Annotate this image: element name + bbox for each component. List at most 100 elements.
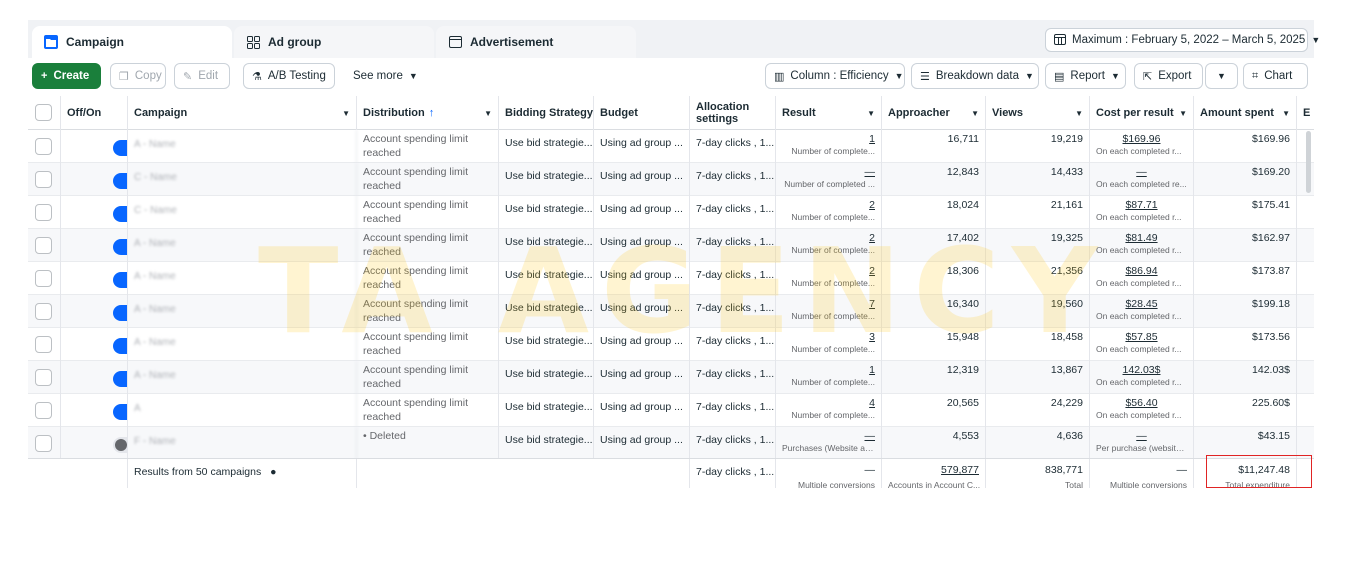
- campaign-name[interactable]: F - Name: [128, 427, 357, 460]
- col-views[interactable]: Views ▼: [986, 96, 1090, 130]
- cpr-value[interactable]: $28.45: [1096, 298, 1187, 310]
- row-checkbox[interactable]: [35, 171, 52, 188]
- table-row[interactable]: A Account spending limit reached Use bid s…: [28, 394, 1314, 427]
- col-amount-spent[interactable]: Amount spent ▼: [1194, 96, 1297, 130]
- tab-ad-group[interactable]: Ad group: [234, 26, 434, 58]
- column-selector-button[interactable]: ▥ Column : Efficiency ▼: [765, 63, 905, 89]
- edit-button[interactable]: ✎ Edit: [174, 63, 230, 89]
- result-value[interactable]: 2: [869, 265, 875, 277]
- result-value[interactable]: 2: [869, 199, 875, 211]
- table-row[interactable]: A - Name Account spending limit reached Us…: [28, 130, 1314, 163]
- vertical-scrollbar[interactable]: [1306, 131, 1311, 193]
- table-row[interactable]: A - Name Account spending limit reached Us…: [28, 361, 1314, 394]
- campaign-name[interactable]: C - Name: [128, 163, 357, 196]
- report-button[interactable]: ▤ Report ▼: [1045, 63, 1126, 89]
- cell-views: 14,433: [986, 163, 1090, 196]
- cpr-value[interactable]: —: [1096, 430, 1187, 442]
- col-cost-per-result[interactable]: Cost per result ▼: [1090, 96, 1194, 130]
- row-checkbox[interactable]: [35, 303, 52, 320]
- cpr-value[interactable]: $57.85: [1096, 331, 1187, 343]
- ab-testing-button[interactable]: ⚗ A/B Testing: [243, 63, 335, 89]
- cpr-value[interactable]: $81.49: [1096, 232, 1187, 244]
- tab-advertisement[interactable]: Advertisement: [436, 26, 636, 58]
- table-row[interactable]: F - Name • Deleted Use bid strategie... Usi…: [28, 427, 1314, 460]
- result-value[interactable]: 3: [869, 331, 875, 343]
- export-button[interactable]: ⇱ Export: [1134, 63, 1203, 89]
- campaign-toggle[interactable]: [113, 371, 127, 387]
- row-checkbox[interactable]: [35, 270, 52, 287]
- campaign-toggle[interactable]: [113, 437, 127, 453]
- result-value[interactable]: 1: [869, 133, 875, 145]
- create-button[interactable]: + Create: [32, 63, 101, 89]
- copy-button[interactable]: ❐ Copy: [110, 63, 166, 89]
- result-value[interactable]: 7: [869, 298, 875, 310]
- cell-allocation: 7-day clicks , 1...: [690, 163, 776, 196]
- col-extra[interactable]: E: [1297, 96, 1314, 130]
- col-budget[interactable]: Budget: [594, 96, 690, 130]
- campaign-toggle[interactable]: [113, 173, 127, 189]
- row-checkbox[interactable]: [35, 204, 52, 221]
- cell-approacher: 16,340: [882, 295, 986, 328]
- cpr-value[interactable]: 142.03$: [1096, 364, 1187, 376]
- cpr-value[interactable]: —: [1096, 166, 1187, 178]
- cell-amount-spent: 142.03$: [1194, 361, 1297, 394]
- col-distribution[interactable]: Distribution ↑ ▼: [357, 96, 499, 130]
- result-value[interactable]: —: [865, 430, 876, 442]
- result-value[interactable]: —: [865, 166, 876, 178]
- campaign-toggle[interactable]: [113, 140, 127, 156]
- table-row[interactable]: A - Name Account spending limit reached Us…: [28, 229, 1314, 262]
- chart-button[interactable]: ⌗ Chart: [1243, 63, 1308, 89]
- totals-approacher-value[interactable]: 579,877: [941, 464, 979, 476]
- campaign-toggle[interactable]: [113, 404, 127, 420]
- caret-down-icon: ▼: [484, 108, 492, 118]
- campaign-name[interactable]: A - Name: [128, 328, 357, 361]
- col-bidding-strategy[interactable]: Bidding Strategy: [499, 96, 594, 130]
- cpr-value[interactable]: $169.96: [1096, 133, 1187, 145]
- campaign-name[interactable]: A - Name: [128, 262, 357, 295]
- totals-cost-per-result: — Multiple conversions: [1090, 459, 1194, 488]
- table-row[interactable]: C - Name Account spending limit reached Us…: [28, 163, 1314, 196]
- tab-campaign[interactable]: Campaign: [32, 26, 232, 58]
- row-checkbox[interactable]: [35, 435, 52, 452]
- table-row[interactable]: A - Name Account spending limit reached Us…: [28, 262, 1314, 295]
- result-value[interactable]: 1: [869, 364, 875, 376]
- campaign-name[interactable]: A - Name: [128, 295, 357, 328]
- campaign-toggle[interactable]: [113, 206, 127, 222]
- info-icon[interactable]: ●: [270, 466, 276, 478]
- campaign-toggle[interactable]: [113, 338, 127, 354]
- col-allocation[interactable]: Allocation settings: [690, 96, 776, 130]
- row-checkbox[interactable]: [35, 138, 52, 155]
- cpr-value[interactable]: $86.94: [1096, 265, 1187, 277]
- select-all-checkbox[interactable]: [35, 104, 52, 121]
- date-range-picker[interactable]: Maximum : February 5, 2022 – March 5, 20…: [1045, 28, 1320, 52]
- col-result[interactable]: Result ▼: [776, 96, 882, 130]
- campaign-name[interactable]: A - Name: [128, 361, 357, 394]
- result-value[interactable]: 4: [869, 397, 875, 409]
- campaign-name[interactable]: A - Name: [128, 130, 357, 163]
- col-off-on[interactable]: Off/On: [61, 96, 128, 130]
- row-checkbox[interactable]: [35, 336, 52, 353]
- campaign-toggle[interactable]: [113, 305, 127, 321]
- row-checkbox[interactable]: [35, 237, 52, 254]
- col-approacher[interactable]: Approacher ▼: [882, 96, 986, 130]
- see-more-button[interactable]: See more ▼: [345, 63, 426, 89]
- table-row[interactable]: C - Name Account spending limit reached Us…: [28, 196, 1314, 229]
- table-row[interactable]: A - Name Account spending limit reached Us…: [28, 295, 1314, 328]
- row-checkbox[interactable]: [35, 369, 52, 386]
- row-checkbox[interactable]: [35, 402, 52, 419]
- campaign-name[interactable]: C - Name: [128, 196, 357, 229]
- campaign-toggle[interactable]: [113, 239, 127, 255]
- table-row[interactable]: A - Name Account spending limit reached Us…: [28, 328, 1314, 361]
- campaign-name[interactable]: A - Name: [128, 229, 357, 262]
- cell-views: 24,229: [986, 394, 1090, 427]
- col-campaign[interactable]: Campaign ▼: [128, 96, 357, 130]
- row-select-cell: [28, 130, 61, 163]
- campaign-toggle[interactable]: [113, 272, 127, 288]
- campaign-name[interactable]: A: [128, 394, 357, 427]
- export-options-button[interactable]: ▼: [1205, 63, 1238, 89]
- breakdown-button[interactable]: ☰ Breakdown data ▼: [911, 63, 1039, 89]
- cpr-value[interactable]: $56.40: [1096, 397, 1187, 409]
- cpr-value[interactable]: $87.71: [1096, 199, 1187, 211]
- result-value[interactable]: 2: [869, 232, 875, 244]
- report-icon: ▤: [1054, 70, 1065, 83]
